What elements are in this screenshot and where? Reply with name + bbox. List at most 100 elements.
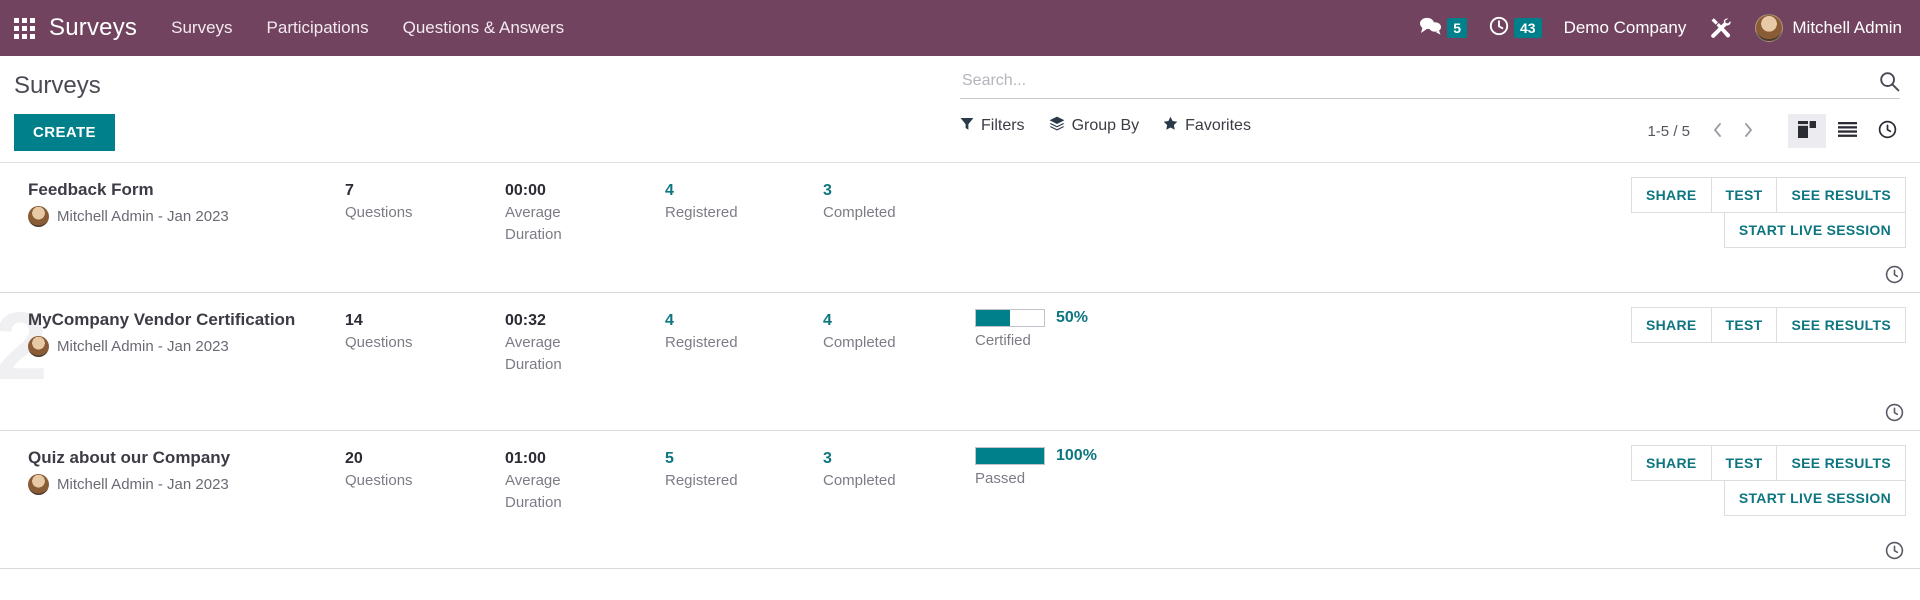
stat-success-rate: 50% Certified (975, 309, 1088, 349)
chevron-right-icon (1742, 121, 1755, 142)
activities-count-badge: 43 (1513, 18, 1542, 38)
questions-label: Questions (345, 334, 413, 352)
stat-questions: 14 Questions (345, 309, 413, 354)
table-row[interactable]: Quiz about our Company Mitchell Admin - … (0, 431, 1920, 569)
activity-clock-icon[interactable] (1885, 403, 1904, 422)
progress-row: 100% (975, 447, 1097, 465)
pager-previous-button[interactable] (1704, 119, 1731, 144)
star-icon (1163, 116, 1178, 136)
start-live-session-button[interactable]: START LIVE SESSION (1723, 212, 1906, 248)
test-button[interactable]: TEST (1710, 177, 1778, 213)
start-live-session-button[interactable]: START LIVE SESSION (1723, 480, 1906, 516)
favorites-label: Favorites (1185, 117, 1251, 134)
search-row (960, 70, 1900, 99)
completed-label: Completed (823, 204, 896, 222)
row-actions-secondary: START LIVE SESSION (1632, 480, 1906, 516)
stat-completed: 3 Completed (823, 447, 896, 492)
survey-title-cell: MyCompany Vendor Certification Mitchell … (28, 309, 328, 357)
share-button[interactable]: SHARE (1630, 177, 1712, 213)
survey-meta: Mitchell Admin - Jan 2023 (28, 473, 328, 495)
survey-author: Mitchell Admin - Jan 2023 (57, 475, 229, 493)
breadcrumb: Surveys (14, 72, 101, 99)
avatar (1755, 14, 1784, 42)
registered-value[interactable]: 4 (665, 179, 738, 202)
company-switcher[interactable]: Demo Company (1564, 18, 1687, 38)
duration-label: Average Duration (505, 472, 562, 511)
completed-value[interactable]: 3 (823, 179, 896, 202)
duration-value: 00:00 (505, 182, 546, 199)
pager-range: 1-5 / 5 (1647, 122, 1690, 140)
menu-item-participations[interactable]: Participations (267, 18, 369, 38)
apps-grid-icon[interactable] (14, 17, 35, 39)
see-results-button[interactable]: SEE RESULTS (1776, 177, 1906, 213)
survey-title[interactable]: Feedback Form (28, 179, 328, 202)
activity-clock-icon[interactable] (1885, 265, 1904, 284)
activity-clock-icon[interactable] (1885, 541, 1904, 560)
test-button[interactable]: TEST (1710, 445, 1778, 481)
messages-menu[interactable]: 5 (1419, 16, 1467, 40)
survey-title[interactable]: MyCompany Vendor Certification (28, 309, 328, 332)
filters-dropdown[interactable]: Filters (960, 117, 1025, 136)
questions-value: 20 (345, 450, 363, 467)
duration-label: Average Duration (505, 204, 562, 243)
progress-percent: 50% (1056, 309, 1089, 326)
filters-label: Filters (981, 117, 1025, 134)
systray: 5 43 Demo Company Mitchell Admin (1419, 14, 1902, 42)
stat-completed: 4 Completed (823, 309, 896, 354)
progress-row: 50% (975, 309, 1088, 327)
share-button[interactable]: SHARE (1630, 307, 1712, 343)
see-results-button[interactable]: SEE RESULTS (1776, 307, 1906, 343)
test-button[interactable]: TEST (1710, 307, 1778, 343)
search-input[interactable] (960, 70, 1879, 92)
survey-meta: Mitchell Admin - Jan 2023 (28, 335, 328, 357)
group-by-dropdown[interactable]: Group By (1049, 116, 1140, 136)
survey-title[interactable]: Quiz about our Company (28, 447, 328, 470)
activities-menu[interactable]: 43 (1489, 16, 1542, 41)
stat-registered: 4 Registered (665, 309, 738, 354)
tools-icon[interactable] (1708, 16, 1733, 41)
view-kanban-button[interactable] (1788, 114, 1826, 148)
completed-value[interactable]: 4 (823, 309, 896, 332)
share-button[interactable]: SHARE (1630, 445, 1712, 481)
top-navbar: Surveys Surveys Participations Questions… (0, 0, 1920, 56)
list-icon (1837, 122, 1857, 140)
completed-value[interactable]: 3 (823, 447, 896, 470)
favorites-dropdown[interactable]: Favorites (1163, 116, 1251, 136)
search-icon[interactable] (1879, 71, 1900, 92)
messages-icon (1419, 16, 1442, 40)
pager-next-button[interactable] (1735, 119, 1762, 144)
progress-bar-fill (976, 448, 1044, 464)
progress-bar (975, 309, 1045, 327)
user-menu[interactable]: Mitchell Admin (1755, 14, 1902, 42)
menu-item-surveys[interactable]: Surveys (171, 18, 232, 38)
registered-value[interactable]: 4 (665, 309, 738, 332)
completed-label: Completed (823, 334, 896, 352)
survey-title-cell: Feedback Form Mitchell Admin - Jan 2023 (28, 179, 328, 227)
duration-value: 01:00 (505, 450, 546, 467)
view-list-button[interactable] (1828, 114, 1866, 148)
duration-value: 00:32 (505, 312, 546, 329)
avatar (28, 473, 49, 495)
stat-average-duration: 00:32 Average Duration (505, 309, 585, 376)
stat-average-duration: 00:00 Average Duration (505, 179, 585, 246)
avatar (28, 335, 49, 357)
app-brand-title[interactable]: Surveys (49, 14, 137, 42)
table-row[interactable]: 2 MyCompany Vendor Certification Mitchel… (0, 293, 1920, 431)
registered-value[interactable]: 5 (665, 447, 738, 470)
row-actions: SHARE TEST SEE RESULTS START LIVE SESSIO… (1630, 177, 1906, 248)
chevron-left-icon (1711, 121, 1724, 142)
stat-success-rate: 100% Passed (975, 447, 1097, 487)
table-row[interactable]: Feedback Form Mitchell Admin - Jan 2023 … (0, 163, 1920, 293)
progress-bar (975, 447, 1045, 465)
create-button[interactable]: CREATE (14, 114, 115, 151)
questions-value: 14 (345, 312, 363, 329)
row-actions-secondary: START LIVE SESSION (1632, 212, 1906, 248)
menu-item-questions-answers[interactable]: Questions & Answers (403, 18, 565, 38)
progress-bar-fill (976, 310, 1010, 326)
see-results-button[interactable]: SEE RESULTS (1776, 445, 1906, 481)
group-by-label: Group By (1071, 117, 1140, 134)
pager-and-views: 1-5 / 5 (1647, 114, 1906, 148)
view-activity-button[interactable] (1868, 114, 1906, 148)
layers-icon (1049, 116, 1065, 136)
survey-kanban-list: Feedback Form Mitchell Admin - Jan 2023 … (0, 163, 1920, 569)
